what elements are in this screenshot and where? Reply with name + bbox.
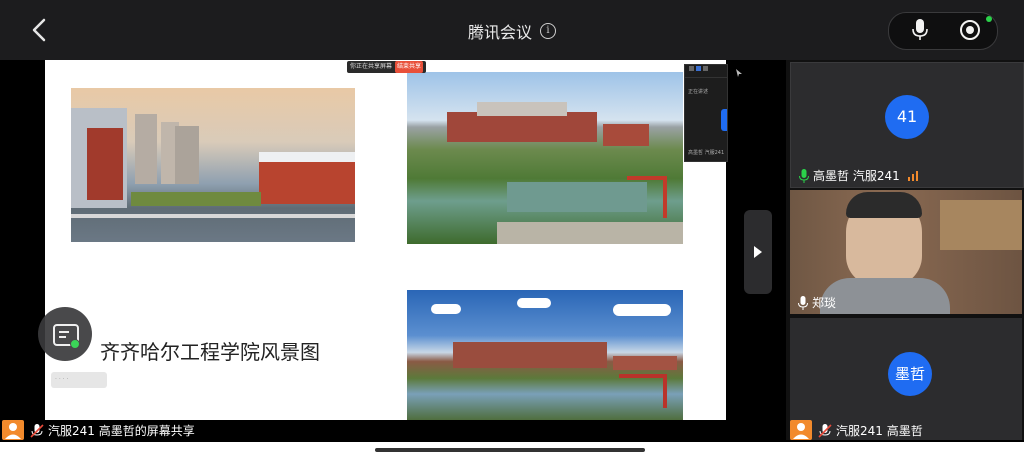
screen-share-label: 汽服241 高墨哲的屏幕共享 xyxy=(48,424,195,438)
microphone-icon[interactable] xyxy=(912,18,928,42)
microphone-active-icon xyxy=(799,168,809,183)
typing-chip: · · · · xyxy=(51,372,107,388)
microphone-muted-icon xyxy=(30,423,44,438)
microphone-icon xyxy=(798,295,808,310)
chat-status-dot xyxy=(70,339,80,349)
participant-name: 郑琰 xyxy=(812,296,837,310)
participant-avatar: 墨哲 xyxy=(888,352,932,396)
chat-button[interactable] xyxy=(38,307,92,361)
microphone-muted-icon xyxy=(818,423,832,438)
campus-photo-1 xyxy=(71,88,355,242)
participants-panel: 41 高墨哲 汽服241 郑琰 墨哲 xyxy=(786,60,1024,440)
share-label-row: 汽服241 高墨哲的屏幕共享 xyxy=(30,422,195,439)
pointer-cursor-icon xyxy=(736,69,742,77)
mini-preview-text: 正在讲述 xyxy=(688,89,709,95)
participant-label-row: 高墨哲 汽服241 xyxy=(799,167,920,184)
signal-icon xyxy=(907,170,918,181)
share-notice: 你正在共享屏幕 结束共享 xyxy=(347,61,427,73)
stop-share-button[interactable]: 结束共享 xyxy=(395,61,424,73)
recording-status-dot xyxy=(986,16,992,22)
participant-label-row: 郑琰 xyxy=(798,294,836,311)
participant-tile[interactable]: 41 高墨哲 汽服241 xyxy=(790,62,1024,188)
user-icon xyxy=(2,420,24,440)
record-icon[interactable] xyxy=(958,18,982,42)
campus-photo-3 xyxy=(407,290,683,420)
participant-label-row: 汽服241 高墨哲 xyxy=(818,422,923,439)
user-icon xyxy=(790,420,812,440)
mini-preview-caption: 高墨哲 汽服241 xyxy=(688,150,725,156)
chevron-right-icon xyxy=(754,246,762,258)
info-icon[interactable]: i xyxy=(540,23,556,39)
expand-panel-button[interactable] xyxy=(744,210,772,294)
meeting-title-area: 腾讯会议 i xyxy=(0,19,1024,43)
participant-video-tile[interactable]: 郑琰 xyxy=(790,190,1022,314)
home-indicator[interactable] xyxy=(375,448,645,452)
participant-name: 高墨哲 汽服241 xyxy=(813,169,900,183)
participant-avatar: 41 xyxy=(885,95,929,139)
meeting-title: 腾讯会议 xyxy=(467,23,532,42)
share-notice-text: 你正在共享屏幕 xyxy=(350,63,393,70)
top-bar: 腾讯会议 i xyxy=(0,0,1024,60)
campus-photo-2 xyxy=(407,72,683,244)
shared-slide: 齐齐哈尔工程学院风景图 · · · · xyxy=(45,60,726,420)
mini-preview: 正在讲述 高墨哲 汽服241 xyxy=(684,64,728,162)
participant-name: 汽服241 高墨哲 xyxy=(836,424,923,438)
slide-title: 齐齐哈尔工程学院风景图 xyxy=(100,340,320,364)
